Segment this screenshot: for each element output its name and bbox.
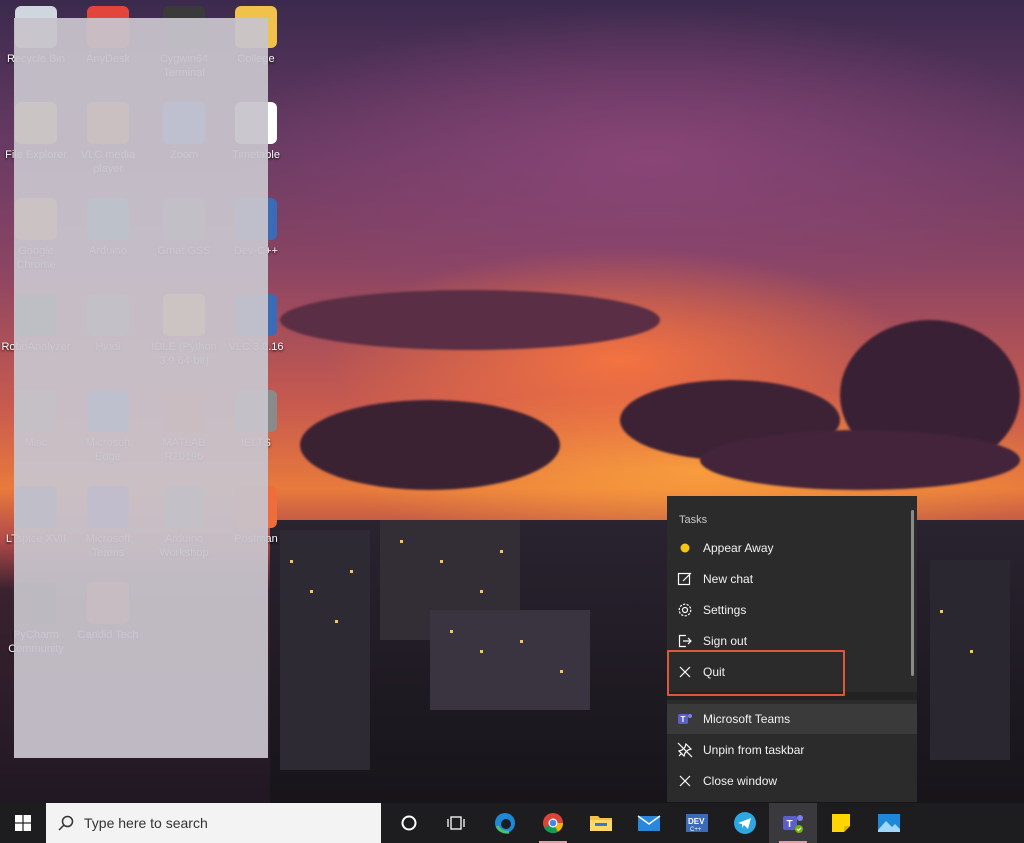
- tasks-header: Tasks: [679, 514, 708, 526]
- new-chat-label: New chat: [703, 572, 754, 586]
- dev-cpp-icon: DEV C++: [686, 814, 708, 833]
- svg-text:DEV: DEV: [688, 817, 705, 826]
- microsoft-teams-label: Microsoft Teams: [703, 712, 791, 726]
- new-chat-item[interactable]: New chat: [667, 564, 911, 594]
- microsoft-teams-item[interactable]: T Microsoft Teams: [667, 704, 917, 734]
- jump-list-bottom: T Microsoft Teams Unpin from taskbar Clo…: [667, 700, 917, 802]
- svg-text:C++: C++: [690, 827, 702, 833]
- windows-logo-icon: [15, 815, 31, 831]
- sign-out-icon: [667, 633, 703, 649]
- appear-away-item[interactable]: Appear Away: [667, 533, 911, 563]
- task-view-icon: [447, 816, 465, 830]
- cortana-icon: [401, 815, 417, 831]
- teams-icon: T: [783, 815, 803, 833]
- folder-icon: [590, 816, 612, 831]
- sticky-notes-button[interactable]: [817, 803, 865, 843]
- photos-icon: [878, 814, 900, 832]
- file-explorer-button[interactable]: [577, 803, 625, 843]
- chrome-button[interactable]: [529, 803, 577, 843]
- search-input[interactable]: [84, 815, 374, 831]
- taskbar: DEV C++ T: [0, 803, 1024, 843]
- edge-icon: [495, 813, 515, 834]
- task-view-button[interactable]: [433, 803, 481, 843]
- search-box[interactable]: [46, 803, 381, 843]
- telegram-button[interactable]: [721, 803, 769, 843]
- start-button[interactable]: [0, 803, 46, 843]
- quit-highlight-box: [667, 650, 845, 696]
- settings-item[interactable]: Settings: [667, 595, 911, 625]
- desktop-overlay: [14, 18, 268, 758]
- teams-taskbar-button[interactable]: T: [769, 803, 817, 843]
- teams-icon: T: [667, 711, 703, 727]
- appear-away-label: Appear Away: [703, 541, 774, 555]
- edge-button[interactable]: [481, 803, 529, 843]
- mail-icon: [637, 815, 661, 831]
- telegram-icon: [734, 812, 756, 834]
- gear-icon: [667, 602, 703, 618]
- search-icon: [58, 815, 74, 831]
- status-dot-icon: [667, 543, 703, 553]
- svg-text:T: T: [681, 715, 686, 724]
- close-icon: [667, 774, 703, 788]
- photos-button[interactable]: [865, 803, 913, 843]
- cortana-button[interactable]: [385, 803, 433, 843]
- teams-jump-list: Tasks Appear Away New chat Settings Sign…: [667, 496, 917, 802]
- close-window-label: Close window: [703, 774, 778, 788]
- unpin-label: Unpin from taskbar: [703, 743, 805, 757]
- settings-label: Settings: [703, 603, 747, 617]
- chrome-icon: [543, 813, 564, 834]
- unpin-icon: [667, 742, 703, 758]
- compose-icon: [667, 571, 703, 587]
- mail-button[interactable]: [625, 803, 673, 843]
- dev-cpp-button[interactable]: DEV C++: [673, 803, 721, 843]
- sticky-notes-icon: [832, 814, 850, 832]
- sign-out-label: Sign out: [703, 634, 748, 648]
- svg-text:T: T: [787, 819, 793, 830]
- jump-list-scrollbar[interactable]: [911, 510, 914, 676]
- close-window-item[interactable]: Close window: [667, 766, 911, 796]
- unpin-item[interactable]: Unpin from taskbar: [667, 735, 911, 765]
